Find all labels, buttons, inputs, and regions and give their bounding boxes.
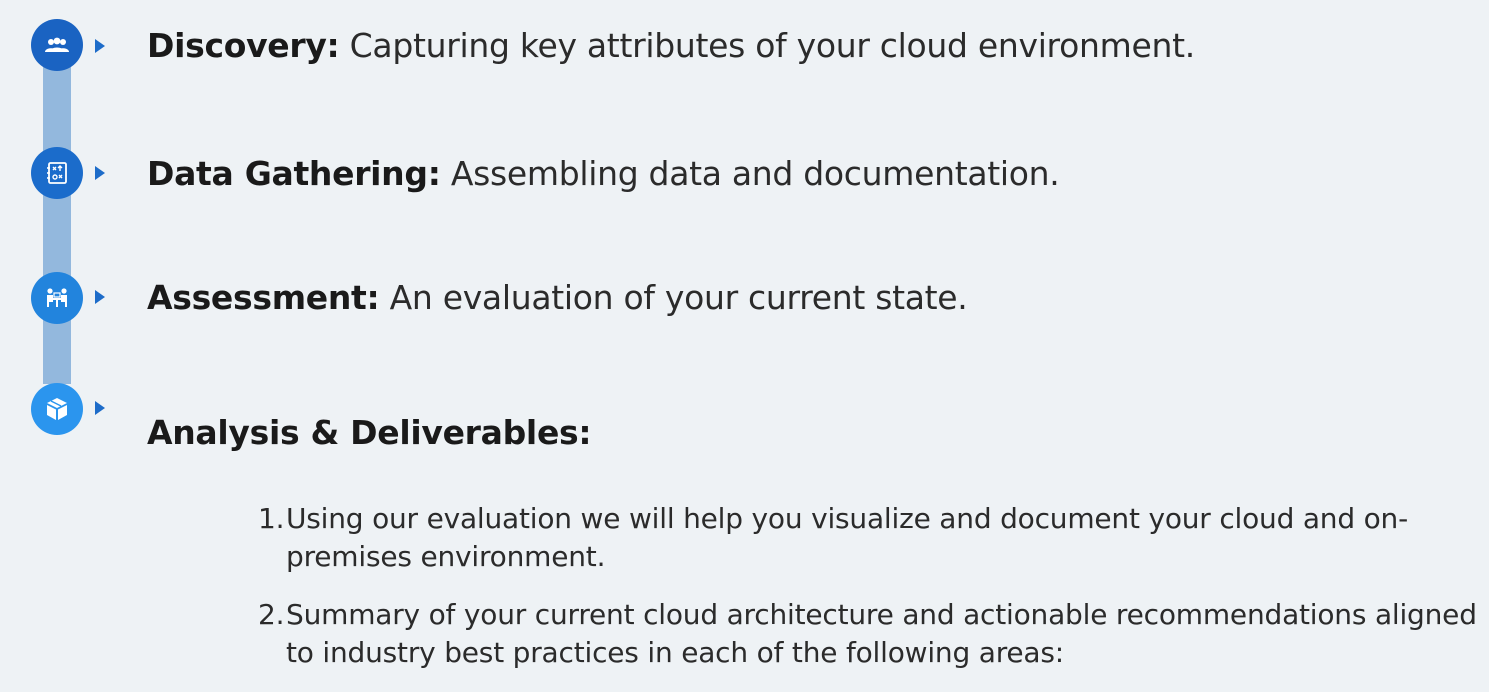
- step-4-node: [31, 383, 83, 435]
- deliverable-text: Summary of your current cloud architectu…: [286, 598, 1477, 669]
- deliverable-item-2: 2. Summary of your current cloud archite…: [258, 596, 1478, 672]
- step-3: Assessment: An evaluation of your curren…: [147, 278, 968, 318]
- step-1-text: Capturing key attributes of your cloud e…: [349, 26, 1196, 65]
- step-3-text: An evaluation of your current state.: [389, 278, 968, 317]
- team-icon: [44, 36, 70, 54]
- step-1-node: [31, 19, 83, 71]
- step-1: Discovery: Capturing key attributes of y…: [147, 26, 1195, 66]
- meeting-icon: [44, 287, 70, 309]
- deliverables-list: 1. Using our evaluation we will help you…: [258, 500, 1478, 692]
- deliverable-item-1: 1. Using our evaluation we will help you…: [258, 500, 1478, 576]
- step-2-node: [31, 147, 83, 199]
- deliverable-text: Using our evaluation we will help you vi…: [286, 502, 1409, 573]
- step-2-text: Assembling data and documentation.: [450, 154, 1060, 193]
- step-2-title: Data Gathering:: [147, 154, 441, 193]
- step-3-node: [31, 272, 83, 324]
- notebook-icon: [46, 161, 68, 185]
- timeline-rail: [43, 44, 71, 384]
- step-1-arrow: [95, 39, 105, 53]
- step-3-arrow: [95, 290, 105, 304]
- step-1-title: Discovery:: [147, 26, 340, 65]
- step-4-title: Analysis & Deliverables:: [147, 413, 592, 452]
- step-4: Analysis & Deliverables:: [147, 413, 592, 453]
- deliverable-number: 1.: [258, 502, 285, 535]
- step-2-arrow: [95, 166, 105, 180]
- deliverable-number: 2.: [258, 598, 285, 631]
- step-2: Data Gathering: Assembling data and docu…: [147, 154, 1060, 194]
- package-icon: [45, 396, 69, 422]
- step-3-title: Assessment:: [147, 278, 380, 317]
- step-4-arrow: [95, 401, 105, 415]
